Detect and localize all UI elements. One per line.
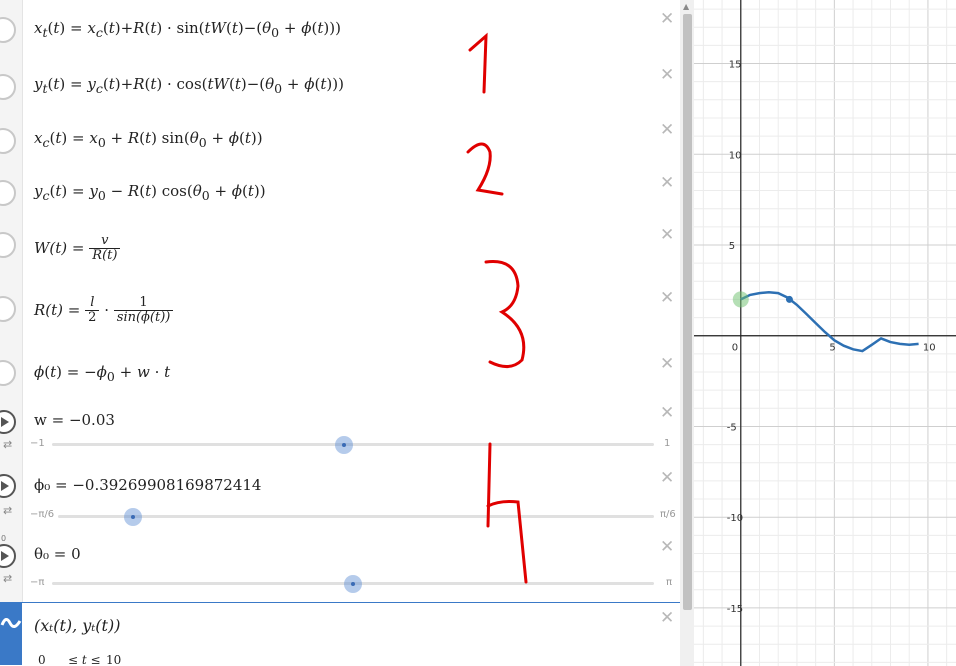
slider-handle-w[interactable] — [334, 436, 353, 454]
t-range-label: ≤ t ≤ — [68, 653, 101, 666]
slider-max-phi0[interactable]: π/6 — [660, 509, 676, 520]
expression-R[interactable]: R(t) = l 2 · 1 sin(ϕ(t)) — [34, 295, 174, 326]
expression-row-yt[interactable]: yt(t) = yc(t)+R(t) · cos(tW(t)−(θ0 + ϕ(t… — [0, 60, 680, 116]
delete-expression-button[interactable]: ✕ — [660, 175, 674, 192]
t-max-input[interactable]: 10 — [106, 653, 121, 666]
slider-label-w[interactable]: w = −0.03 — [34, 412, 115, 429]
expression-phi[interactable]: ϕ(t) = −ϕ0 + w · t — [34, 364, 170, 384]
R-numerator-1: l — [85, 295, 100, 312]
expression-row-parametric[interactable]: (xₜ(t), yₜ(t)) 0 ≤ t ≤ 10 ✕ — [0, 602, 680, 666]
delete-expression-button[interactable]: ✕ — [660, 405, 674, 422]
slider-row-phi0[interactable]: ⇄ ϕ₀ = −0.39269908169872414 −π/6 π/6 ✕ — [0, 462, 680, 533]
delete-expression-button[interactable]: ✕ — [660, 470, 674, 487]
y-tick-label: -10 — [727, 513, 743, 524]
delete-expression-button[interactable]: ✕ — [660, 356, 674, 373]
R-multiply: · — [104, 300, 109, 319]
slider-max-theta0[interactable]: π — [666, 577, 672, 588]
slider-handle-phi0[interactable] — [123, 508, 142, 526]
slider-max-w[interactable]: 1 — [664, 438, 670, 449]
delete-expression-button[interactable]: ✕ — [660, 227, 674, 244]
expression-list: xt(t) = xc(t)+R(t) · sin(tW(t)−(θ0 + ϕ(t… — [0, 0, 694, 666]
expression-W[interactable]: W(t) = v R(t) — [34, 233, 121, 264]
scroll-up-arrow[interactable]: ▲ — [683, 2, 689, 11]
y-tick-label: 15 — [729, 60, 742, 71]
graph-canvas[interactable]: 0 5 10 15 10 5 -5 -10 -15 — [694, 0, 956, 666]
expression-yt[interactable]: yt(t) = yc(t)+R(t) · cos(tW(t)−(θ0 + ϕ(t… — [34, 76, 344, 96]
y-tick-label: 10 — [729, 150, 742, 161]
loop-icon[interactable]: ⇄ — [3, 572, 12, 585]
R-numerator-2: 1 — [113, 295, 174, 312]
delete-expression-button[interactable]: ✕ — [660, 67, 674, 84]
R-fraction-1: l 2 — [85, 295, 100, 326]
row-index: 0 — [1, 534, 7, 543]
delete-expression-button[interactable]: ✕ — [660, 290, 674, 307]
expression-row-R[interactable]: R(t) = l 2 · 1 sin(ϕ(t)) ✕ — [0, 282, 680, 349]
W-numerator: v — [89, 233, 121, 250]
expression-row-yc[interactable]: yc(t) = y0 − R(t) cos(θ0 + ϕ(t)) ✕ — [0, 168, 680, 221]
expression-row-xt[interactable]: xt(t) = xc(t)+R(t) · sin(tW(t)−(θ0 + ϕ(t… — [0, 0, 680, 61]
y-tick-label: 5 — [729, 241, 735, 252]
x-tick-label: 5 — [829, 343, 835, 354]
W-denominator: R(t) — [92, 248, 118, 264]
curve-point — [785, 295, 793, 303]
expression-row-W[interactable]: W(t) = v R(t) ✕ — [0, 220, 680, 283]
expression-yc[interactable]: yc(t) = y0 − R(t) cos(θ0 + ϕ(t)) — [34, 183, 266, 203]
R-denominator-2: sin(ϕ(t)) — [116, 310, 171, 326]
wave-icon — [0, 618, 22, 628]
R-denominator-1: 2 — [88, 310, 97, 326]
t-min-input[interactable]: 0 — [38, 653, 46, 666]
y-tick-label: -5 — [727, 422, 737, 433]
expression-parametric[interactable]: (xₜ(t), yₜ(t)) — [34, 617, 120, 635]
expression-xc[interactable]: xc(t) = x0 + R(t) sin(θ0 + ϕ(t)) — [34, 130, 263, 150]
slider-min-w[interactable]: −1 — [30, 438, 45, 449]
R-lhs: R(t) = — [34, 300, 81, 319]
R-fraction-2: 1 sin(ϕ(t)) — [113, 295, 174, 326]
x-tick-label: 10 — [923, 343, 936, 354]
loop-icon[interactable]: ⇄ — [3, 504, 12, 517]
expression-row-phi[interactable]: ϕ(t) = −ϕ0 + w · t ✕ — [0, 348, 680, 399]
W-fraction: v R(t) — [89, 233, 121, 264]
expression-row-xc[interactable]: xc(t) = x0 + R(t) sin(θ0 + ϕ(t)) ✕ — [0, 115, 680, 169]
slider-handle-theta0[interactable] — [344, 575, 362, 593]
delete-expression-button[interactable]: ✕ — [660, 122, 674, 139]
slider-label-theta0[interactable]: θ₀ = 0 — [34, 546, 81, 563]
expression-xt[interactable]: xt(t) = xc(t)+R(t) · sin(tW(t)−(θ0 + ϕ(t… — [34, 20, 341, 40]
x-tick-label: 0 — [732, 343, 738, 354]
slider-min-phi0[interactable]: −π/6 — [30, 509, 54, 520]
curve-start-point — [732, 291, 749, 308]
delete-expression-button[interactable]: ✕ — [660, 610, 674, 627]
delete-expression-button[interactable]: ✕ — [660, 11, 674, 28]
slider-track-w[interactable] — [52, 443, 654, 446]
slider-track-phi0[interactable] — [58, 515, 654, 518]
y-tick-label: -15 — [727, 604, 743, 615]
scrollbar-thumb[interactable] — [683, 14, 692, 610]
delete-expression-button[interactable]: ✕ — [660, 539, 674, 556]
slider-row-theta0[interactable]: 0 ⇄ θ₀ = 0 −π π ✕ — [0, 532, 680, 603]
slider-row-w[interactable]: ⇄ w = −0.03 −1 1 ✕ — [0, 398, 680, 463]
slider-label-phi0[interactable]: ϕ₀ = −0.39269908169872414 — [34, 477, 261, 494]
loop-icon[interactable]: ⇄ — [3, 438, 12, 451]
W-lhs: W(t) = — [34, 238, 85, 257]
parametric-curve-icon[interactable] — [0, 603, 22, 665]
slider-min-theta0[interactable]: −π — [30, 577, 44, 588]
